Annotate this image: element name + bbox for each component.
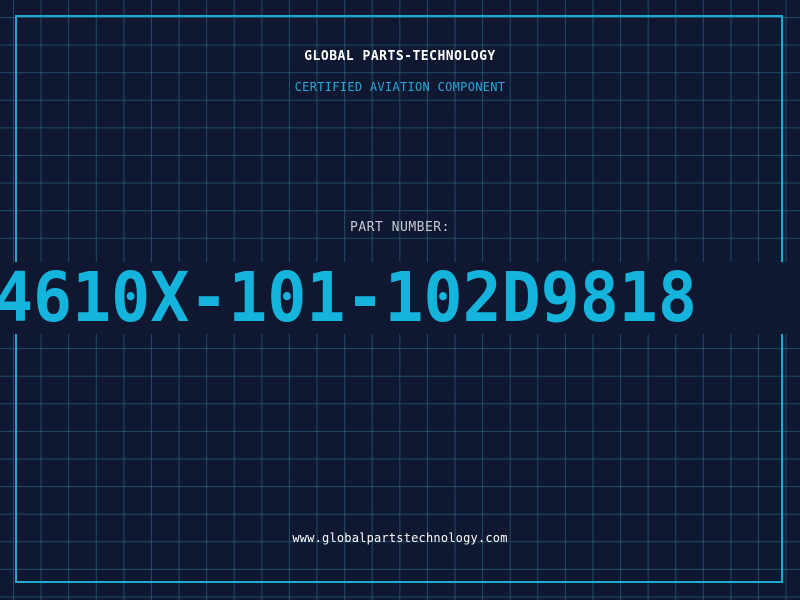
part-number-value: 4610X-101-102D9818 <box>0 262 697 334</box>
certification-tagline: CERTIFIED AVIATION COMPONENT <box>294 80 506 94</box>
part-number-band: 4610X-101-102D9818 <box>0 262 800 334</box>
part-label-card: GLOBAL PARTS-TECHNOLOGY CERTIFIED AVIATI… <box>0 0 800 600</box>
company-name: GLOBAL PARTS-TECHNOLOGY <box>304 49 496 64</box>
part-number-label: PART NUMBER: <box>350 220 450 235</box>
website-url: www.globalpartstechnology.com <box>292 531 508 545</box>
